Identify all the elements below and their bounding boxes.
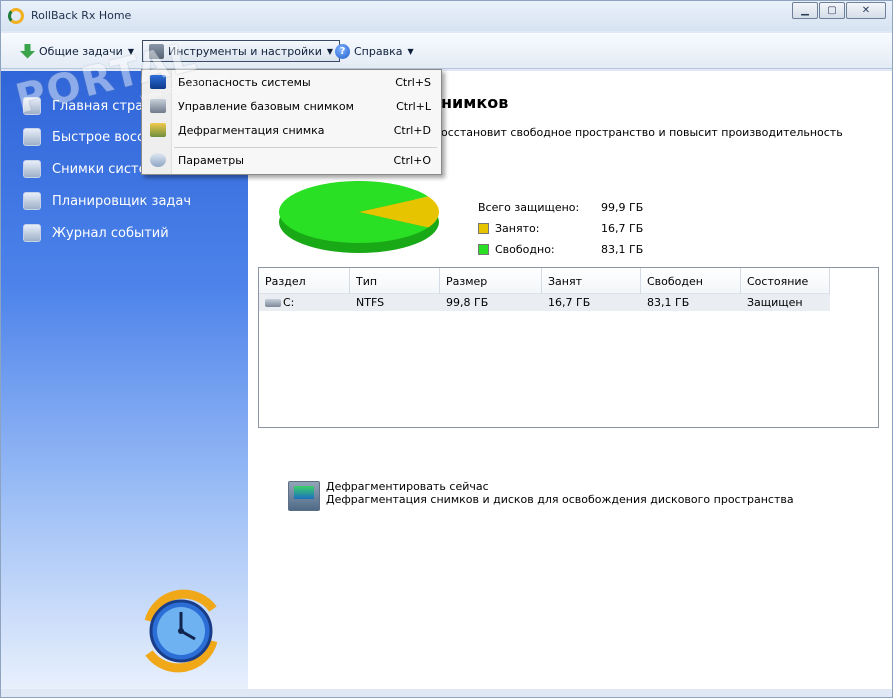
arrow-down-icon: [20, 43, 35, 59]
stat-total: Всего защищено: 99,9 ГБ: [478, 199, 678, 220]
stat-used: Занято: 16,7 ГБ: [478, 220, 678, 241]
sidebar-item-label: Главная стра: [52, 98, 144, 114]
cell-free: 83,1 ГБ: [647, 296, 690, 309]
sidebar-item-label: Журнал событий: [52, 225, 169, 241]
legend-swatch-used: [478, 223, 489, 234]
sidebar-item-label: Снимки систе: [52, 161, 147, 177]
status-bar: [1, 689, 892, 697]
cell-size: 99,8 ГБ: [446, 296, 489, 309]
hard-drive-icon: [265, 298, 281, 307]
stat-free: Свободно: 83,1 ГБ: [478, 241, 678, 262]
menu-item-label: Управление базовым снимком: [178, 99, 354, 113]
sidebar-item-label: Планировщик задач: [52, 193, 192, 209]
disk-usage-pie-chart: [279, 181, 439, 253]
app-window: RollBack Rx Home ▁ ▢ ✕ Общие задачи ▼ Ин…: [0, 0, 893, 698]
chevron-down-icon: ▼: [407, 46, 414, 56]
menu-help[interactable]: ? Справка ▼: [328, 40, 421, 62]
menu-help-label: Справка: [354, 44, 403, 58]
maximize-button[interactable]: ▢: [819, 2, 845, 19]
menu-item-parameters[interactable]: Параметры Ctrl+O: [142, 149, 441, 171]
menu-item-shortcut: Ctrl+O: [393, 153, 431, 167]
defrag-icon: [150, 123, 166, 137]
sidebar-item-snapshots[interactable]: Снимки систе: [23, 158, 147, 180]
tools-dropdown-menu: Безопасность системы Ctrl+S Управление б…: [141, 69, 442, 175]
column-header-size[interactable]: Размер: [440, 268, 542, 294]
menu-item-label: Параметры: [178, 153, 244, 167]
column-header-used[interactable]: Занят: [542, 268, 641, 294]
clock-logo-icon: [144, 589, 218, 673]
maximize-icon: ▢: [827, 5, 837, 16]
app-logo-icon: [8, 8, 24, 24]
menu-item-system-security[interactable]: Безопасность системы Ctrl+S: [142, 71, 441, 93]
snapshot-icon: [150, 99, 166, 113]
snapshots-icon: [23, 160, 41, 178]
table-header: Раздел Тип Размер Занят Свободен Состоян…: [259, 268, 830, 294]
cell-state: Защищен: [747, 296, 803, 309]
cell-partition: C:: [259, 294, 350, 311]
menu-separator: [174, 147, 437, 148]
table-row[interactable]: C: NTFS 99,8 ГБ 16,7 ГБ 83,1 ГБ Защищен: [259, 294, 830, 311]
menu-bar: Общие задачи ▼ Инструменты и настройки ▼…: [1, 33, 892, 69]
shield-icon: [150, 75, 166, 89]
menu-item-baseline-snapshot[interactable]: Управление базовым снимком Ctrl+L: [142, 95, 441, 117]
stat-used-label: Занято:: [495, 222, 540, 235]
window-controls: ▁ ▢ ✕: [791, 2, 886, 19]
sidebar-item-quick-restore[interactable]: Быстрое восс: [23, 126, 144, 148]
restore-icon: [23, 128, 41, 146]
sidebar-item-home[interactable]: Главная стра: [23, 95, 143, 117]
log-icon: [23, 224, 41, 242]
page-title: нимков: [441, 93, 509, 112]
close-icon: ✕: [861, 5, 871, 16]
window-title: RollBack Rx Home: [31, 9, 132, 22]
stat-total-value: 99,9 ГБ: [601, 201, 644, 214]
sidebar-item-label: Быстрое восс: [52, 129, 145, 145]
minimize-button[interactable]: ▁: [792, 2, 818, 19]
menu-item-label: Дефрагментация снимка: [178, 123, 325, 137]
title-bar[interactable]: RollBack Rx Home ▁ ▢ ✕: [1, 1, 892, 31]
sidebar-item-scheduler[interactable]: Планировщик задач: [23, 190, 191, 212]
help-icon: ?: [335, 43, 350, 59]
cell-partition-text: C:: [283, 296, 295, 309]
column-header-partition[interactable]: Раздел: [259, 268, 350, 294]
menu-general-tasks[interactable]: Общие задачи ▼: [13, 40, 141, 62]
stat-free-label: Свободно:: [495, 243, 555, 256]
stat-total-label: Всего защищено:: [478, 201, 580, 214]
sidebar-item-event-log[interactable]: Журнал событий: [23, 222, 169, 244]
menu-general-tasks-label: Общие задачи: [39, 44, 123, 58]
defrag-description: Дефрагментация снимков и дисков для осво…: [326, 493, 794, 506]
menu-tools-settings[interactable]: Инструменты и настройки ▼: [142, 40, 341, 62]
partitions-table[interactable]: Раздел Тип Размер Занят Свободен Состоян…: [258, 267, 879, 428]
cell-used: 16,7 ГБ: [548, 296, 591, 309]
close-button[interactable]: ✕: [846, 2, 886, 19]
cell-type: NTFS: [356, 296, 385, 309]
defrag-title[interactable]: Дефрагментировать сейчас: [326, 480, 489, 493]
defrag-computer-icon: [288, 481, 320, 511]
settings-icon: [150, 153, 166, 167]
menu-item-shortcut: Ctrl+S: [395, 75, 431, 89]
menu-tools-settings-label: Инструменты и настройки: [168, 44, 322, 58]
tools-icon: [149, 43, 164, 59]
legend-swatch-free: [478, 244, 489, 255]
column-header-free[interactable]: Свободен: [641, 268, 741, 294]
minimize-icon: ▁: [801, 5, 809, 16]
menu-item-shortcut: Ctrl+L: [396, 99, 431, 113]
chevron-down-icon: ▼: [127, 46, 134, 56]
disk-stats: Всего защищено: 99,9 ГБ Занято: 16,7 ГБ …: [478, 199, 678, 262]
menu-item-label: Безопасность системы: [178, 75, 311, 89]
column-header-type[interactable]: Тип: [350, 268, 440, 294]
scheduler-icon: [23, 192, 41, 210]
stat-free-value: 83,1 ГБ: [601, 243, 644, 256]
menu-item-defrag-snapshot[interactable]: Дефрагментация снимка Ctrl+D: [142, 119, 441, 141]
home-icon: [23, 97, 41, 115]
page-subtitle: осстановит свободное пространство и повы…: [441, 126, 843, 139]
menu-item-shortcut: Ctrl+D: [393, 123, 431, 137]
column-header-state[interactable]: Состояние: [741, 268, 830, 294]
stat-used-value: 16,7 ГБ: [601, 222, 644, 235]
